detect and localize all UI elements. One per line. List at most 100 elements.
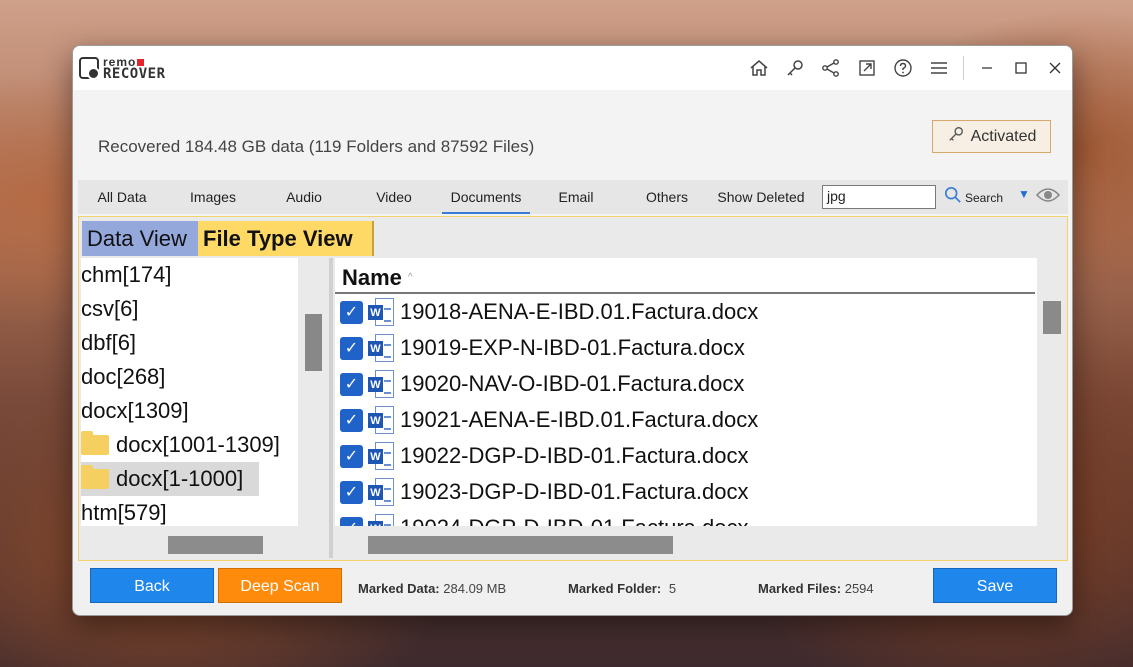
recovery-summary: Recovered 184.48 GB data (119 Folders an… — [98, 137, 535, 156]
panel-splitter[interactable] — [329, 258, 333, 558]
word-document-icon: W — [368, 370, 394, 398]
title-bar: remo RECOVER — [73, 46, 1072, 90]
tab-data-view[interactable]: Data View — [82, 221, 198, 256]
marked-folder-label: Marked Folder: — [568, 581, 662, 596]
file-name: 19018-AENA-E-IBD.01.Factura.docx — [400, 299, 759, 324]
file-name: 19021-AENA-E-IBD.01.Factura.docx — [400, 407, 759, 432]
file-row[interactable]: ✓ W 19019-EXP-N-IBD-01.Factura.docx — [335, 330, 1037, 366]
checkbox-checked[interactable]: ✓ — [340, 408, 363, 432]
logo-red-square — [137, 59, 145, 66]
marked-data-label: Marked Data: — [358, 581, 440, 596]
checkbox-checked[interactable]: ✓ — [340, 516, 363, 526]
close-icon[interactable] — [1038, 46, 1072, 90]
sort-indicator-icon: ^ — [407, 272, 413, 283]
tree-item[interactable]: docx[1309] — [81, 394, 298, 428]
app-logo: remo RECOVER — [79, 56, 166, 82]
tree-item[interactable]: htm[579] — [81, 496, 298, 526]
tree-folder-item[interactable]: docx[1001-1309] — [81, 428, 298, 462]
marked-files-label: Marked Files: — [758, 581, 842, 596]
word-document-icon: W — [368, 442, 394, 470]
home-icon[interactable] — [741, 46, 777, 90]
tree-vertical-scrollbar[interactable] — [305, 314, 322, 371]
file-row[interactable]: ✓ W 19022-DGP-D-IBD-01.Factura.docx — [335, 438, 1037, 474]
save-button[interactable]: Save — [933, 568, 1057, 603]
checkbox-checked[interactable]: ✓ — [340, 336, 363, 360]
key-icon — [947, 125, 965, 148]
marked-files-stat: Marked Files: 2594 — [758, 581, 874, 596]
marked-data-value: 284.09 MB — [443, 581, 507, 596]
file-list-horizontal-scrollbar[interactable] — [368, 536, 673, 554]
word-document-icon: W — [368, 514, 394, 526]
checkbox-checked[interactable]: ✓ — [340, 372, 363, 396]
name-column-header[interactable]: Name ^ — [335, 258, 1035, 294]
tree-folder-label: docx[1-1000] — [116, 466, 244, 491]
tab-images[interactable]: Images — [178, 180, 248, 214]
search-input[interactable]: jpg — [822, 185, 936, 209]
marked-folder-value: 5 — [668, 581, 677, 596]
tree-item[interactable]: csv[6] — [81, 292, 298, 326]
word-document-icon: W — [368, 406, 394, 434]
checkbox-checked[interactable]: ✓ — [340, 444, 363, 468]
app-window: remo RECOVER Recovered 184.48 GB data (1… — [72, 45, 1073, 616]
activated-label: Activated — [970, 127, 1037, 145]
tab-show-deleted[interactable]: Show Deleted — [714, 180, 808, 214]
word-document-icon: W — [368, 334, 394, 362]
file-type-tree: chm[174] csv[6] dbf[6] doc[268] docx[130… — [81, 258, 298, 526]
marked-folder-stat: Marked Folder: 5 — [568, 581, 676, 596]
tab-audio[interactable]: Audio — [272, 180, 336, 214]
marked-files-value: 2594 — [844, 581, 874, 596]
file-row[interactable]: ✓ W 19018-AENA-E-IBD.01.Factura.docx — [335, 294, 1037, 330]
eye-icon[interactable] — [1035, 186, 1061, 209]
tab-others[interactable]: Others — [634, 180, 700, 214]
marked-data-stat: Marked Data: 284.09 MB — [358, 581, 506, 596]
file-name: 19023-DGP-D-IBD-01.Factura.docx — [400, 479, 749, 504]
content-area: Data View File Type View chm[174] csv[6]… — [78, 216, 1068, 561]
search-button[interactable]: Search — [944, 186, 1003, 209]
tree-folder-item-selected[interactable]: docx[1-1000] — [81, 462, 259, 496]
file-list-vertical-scrollbar[interactable] — [1043, 301, 1061, 334]
help-icon[interactable] — [885, 46, 921, 90]
checkbox-checked[interactable]: ✓ — [340, 480, 363, 504]
file-name: 19022-DGP-D-IBD-01.Factura.docx — [400, 443, 749, 468]
tree-item[interactable]: doc[268] — [81, 360, 298, 394]
tree-item[interactable]: dbf[6] — [81, 326, 298, 360]
tab-documents[interactable]: Documents — [442, 180, 530, 214]
file-name: 19019-EXP-N-IBD-01.Factura.docx — [400, 335, 745, 360]
deep-scan-button[interactable]: Deep Scan — [218, 568, 342, 603]
minimize-icon[interactable] — [970, 46, 1004, 90]
menu-icon[interactable] — [921, 46, 957, 90]
checkbox-checked[interactable]: ✓ — [340, 300, 363, 324]
folder-icon — [81, 465, 109, 489]
tab-email[interactable]: Email — [544, 180, 608, 214]
maximize-icon[interactable] — [1004, 46, 1038, 90]
tab-video[interactable]: Video — [362, 180, 426, 214]
footer-bar: Back Deep Scan Marked Data: 284.09 MB Ma… — [73, 561, 1072, 615]
back-button[interactable]: Back — [90, 568, 214, 603]
word-document-icon: W — [368, 298, 394, 326]
name-column-label: Name — [342, 265, 402, 290]
tree-folder-label: docx[1001-1309] — [116, 432, 280, 457]
file-name: 19020-NAV-O-IBD-01.Factura.docx — [400, 371, 745, 396]
tree-horizontal-scrollbar[interactable] — [168, 536, 263, 554]
share-icon[interactable] — [813, 46, 849, 90]
external-link-icon[interactable] — [849, 46, 885, 90]
word-document-icon: W — [368, 478, 394, 506]
logo-bottom-text: RECOVER — [103, 66, 166, 82]
activated-button[interactable]: Activated — [932, 120, 1051, 153]
toolbar-divider — [963, 56, 964, 80]
tree-item[interactable]: chm[174] — [81, 258, 298, 292]
logo-icon — [79, 57, 100, 80]
search-icon — [944, 186, 962, 209]
file-row[interactable]: ✓ W 19021-AENA-E-IBD.01.Factura.docx — [335, 402, 1037, 438]
tab-all-data[interactable]: All Data — [86, 180, 158, 214]
file-row[interactable]: ✓ W 19024-DGP-D-IBD-01.Factura.docx — [335, 510, 1037, 526]
dropdown-arrow-icon[interactable]: ▼ — [1018, 187, 1030, 201]
folder-icon — [81, 431, 109, 455]
key-icon[interactable] — [777, 46, 813, 90]
file-name: 19024-DGP-D-IBD-01.Factura.docx — [400, 515, 748, 526]
file-row[interactable]: ✓ W 19020-NAV-O-IBD-01.Factura.docx — [335, 366, 1037, 402]
file-row[interactable]: ✓ W 19023-DGP-D-IBD-01.Factura.docx — [335, 474, 1037, 510]
tab-file-type-view[interactable]: File Type View — [198, 221, 374, 256]
search-button-label: Search — [965, 190, 1004, 205]
category-tabs: All Data Images Audio Video Documents Em… — [78, 180, 1068, 214]
